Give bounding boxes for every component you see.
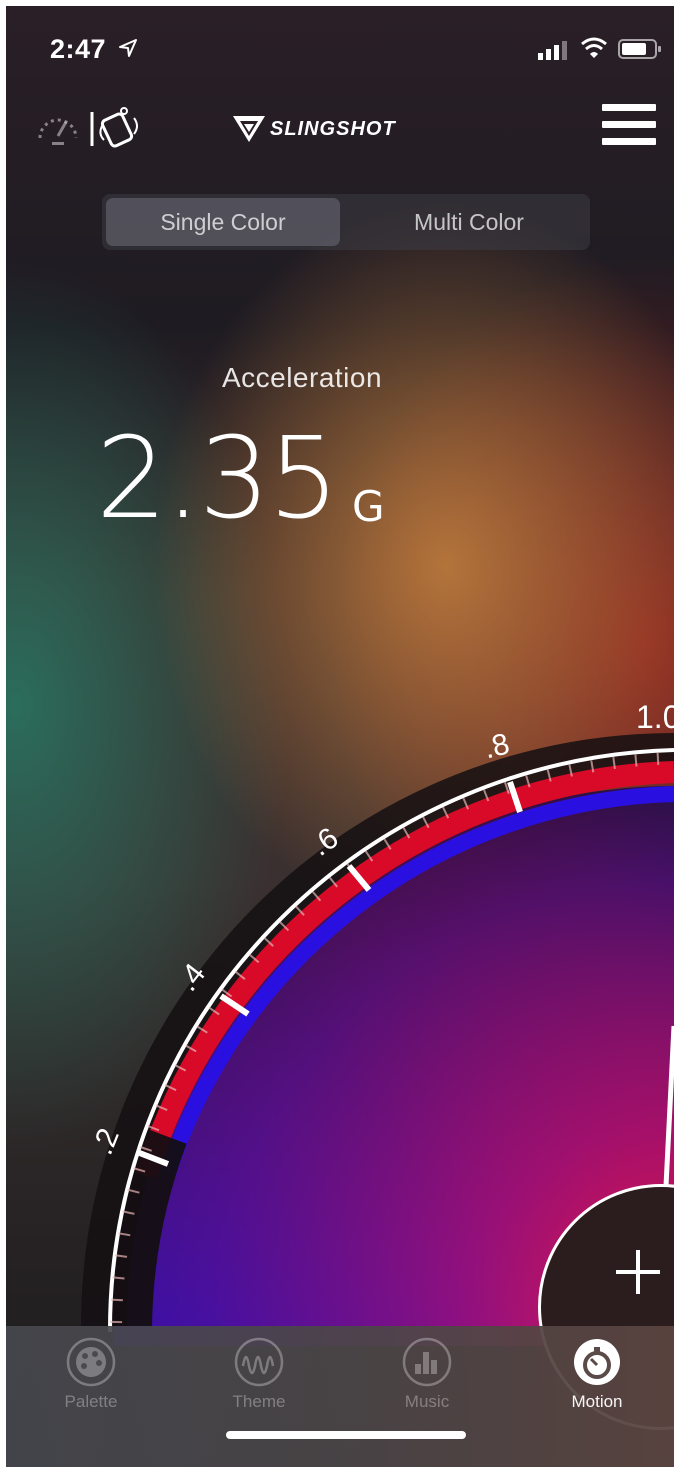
tab-music[interactable]: Music <box>362 1336 492 1416</box>
gauge-minor-tick <box>634 754 638 767</box>
music-bars-icon <box>402 1337 452 1387</box>
palette-icon <box>66 1337 116 1387</box>
gauge-minor-tick <box>656 752 660 765</box>
home-indicator[interactable] <box>226 1431 466 1439</box>
tab-label: Palette <box>64 1392 118 1411</box>
tab-label: Motion <box>571 1392 623 1411</box>
tab-label: Theme <box>232 1392 286 1411</box>
tab-palette[interactable]: Palette <box>26 1336 156 1416</box>
gauge-tick-label: 1.0 <box>636 699 674 735</box>
gauge-tick-label: .8 <box>480 727 512 765</box>
theme-wave-icon <box>234 1337 284 1387</box>
tab-theme[interactable]: Theme <box>194 1336 324 1416</box>
motion-stopwatch-icon <box>574 1339 620 1385</box>
tab-bar: Palette Theme Music Motion <box>6 1326 674 1467</box>
tab-motion[interactable]: Motion <box>532 1336 662 1416</box>
plus-icon[interactable] <box>610 1244 666 1300</box>
tab-label: Music <box>404 1392 450 1411</box>
screen: 2:47 SLINGSHOT Single Color Multi Color … <box>6 6 674 1467</box>
gauge-minor-tick <box>110 1298 123 1302</box>
gauge-minor-tick <box>112 1276 125 1280</box>
